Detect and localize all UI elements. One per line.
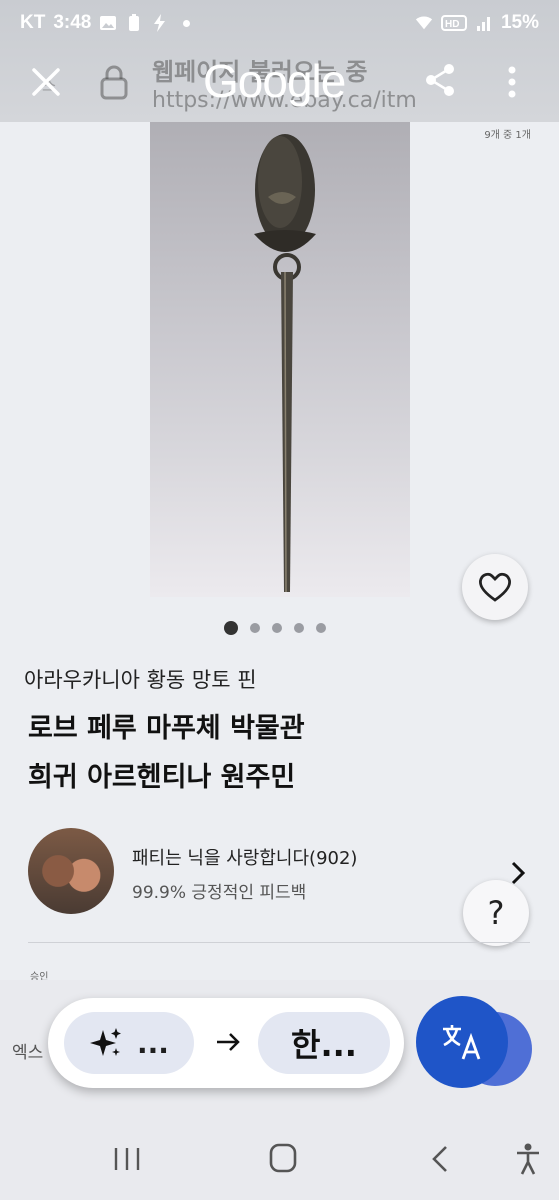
notification-dot-icon xyxy=(183,19,191,27)
svg-text:HD: HD xyxy=(445,19,459,30)
pagination-dot[interactable] xyxy=(272,623,282,633)
seller-name[interactable]: 패티는 닉을 사랑합니다(902) xyxy=(132,844,357,870)
divider xyxy=(28,942,530,943)
source-language-label: ... xyxy=(137,1026,169,1060)
help-button[interactable]: ? xyxy=(463,880,529,946)
clock: 3:48 xyxy=(53,12,92,33)
more-options-button[interactable] xyxy=(500,62,524,102)
pagination-dot[interactable] xyxy=(316,623,326,633)
translate-icon xyxy=(443,1025,481,1060)
translate-button[interactable] xyxy=(416,996,508,1088)
product-subtitle: 아라우카니아 황동 망토 핀 xyxy=(24,668,257,692)
seller-feedback: 99.9% 긍정적인 피드백 xyxy=(132,883,307,903)
home-icon[interactable] xyxy=(268,1142,298,1174)
heart-icon xyxy=(479,572,511,602)
accessibility-icon[interactable] xyxy=(514,1142,542,1176)
source-language-chip[interactable]: ... xyxy=(64,1012,194,1074)
target-language-label: 한... xyxy=(291,1026,357,1064)
google-logo: Google xyxy=(203,55,346,107)
favorite-button[interactable] xyxy=(462,554,528,620)
product-title-line2: 희귀 아르헨티나 원주민 xyxy=(28,762,296,793)
hd-voice-icon: HD xyxy=(440,15,467,31)
brass-pin-illustration xyxy=(254,134,316,593)
status-bar: KT 3:48 HD 15% xyxy=(0,0,559,46)
battery-percent: 15% xyxy=(500,12,539,33)
arrow-right-icon xyxy=(217,1033,240,1051)
battery-saver-icon xyxy=(129,14,140,31)
product-title-line1: 로브 페루 마푸체 박물관 xyxy=(28,713,305,744)
charging-icon xyxy=(154,14,166,32)
wifi-icon xyxy=(415,16,433,30)
pagination-dot[interactable] xyxy=(224,621,238,635)
sparkle-icon xyxy=(90,1028,122,1056)
signal-icon xyxy=(476,17,490,31)
recent-apps-icon[interactable] xyxy=(112,1146,142,1172)
gallery-icon xyxy=(100,16,117,30)
carrier-label: KT xyxy=(20,12,46,33)
pagination-dot[interactable] xyxy=(250,623,260,633)
image-counter: 9개 중 1개 xyxy=(484,130,531,141)
share-button[interactable] xyxy=(422,62,458,98)
image-pagination xyxy=(224,621,326,635)
back-icon[interactable] xyxy=(430,1144,450,1174)
help-label: ? xyxy=(487,894,505,932)
product-image[interactable] xyxy=(150,122,410,597)
seller-avatar[interactable] xyxy=(28,828,114,914)
target-language-chip[interactable]: 한... xyxy=(258,1012,390,1074)
lock-icon xyxy=(100,65,128,100)
partial-label: 엑스 xyxy=(12,1043,44,1063)
close-button[interactable] xyxy=(26,62,66,102)
pagination-dot[interactable] xyxy=(294,623,304,633)
